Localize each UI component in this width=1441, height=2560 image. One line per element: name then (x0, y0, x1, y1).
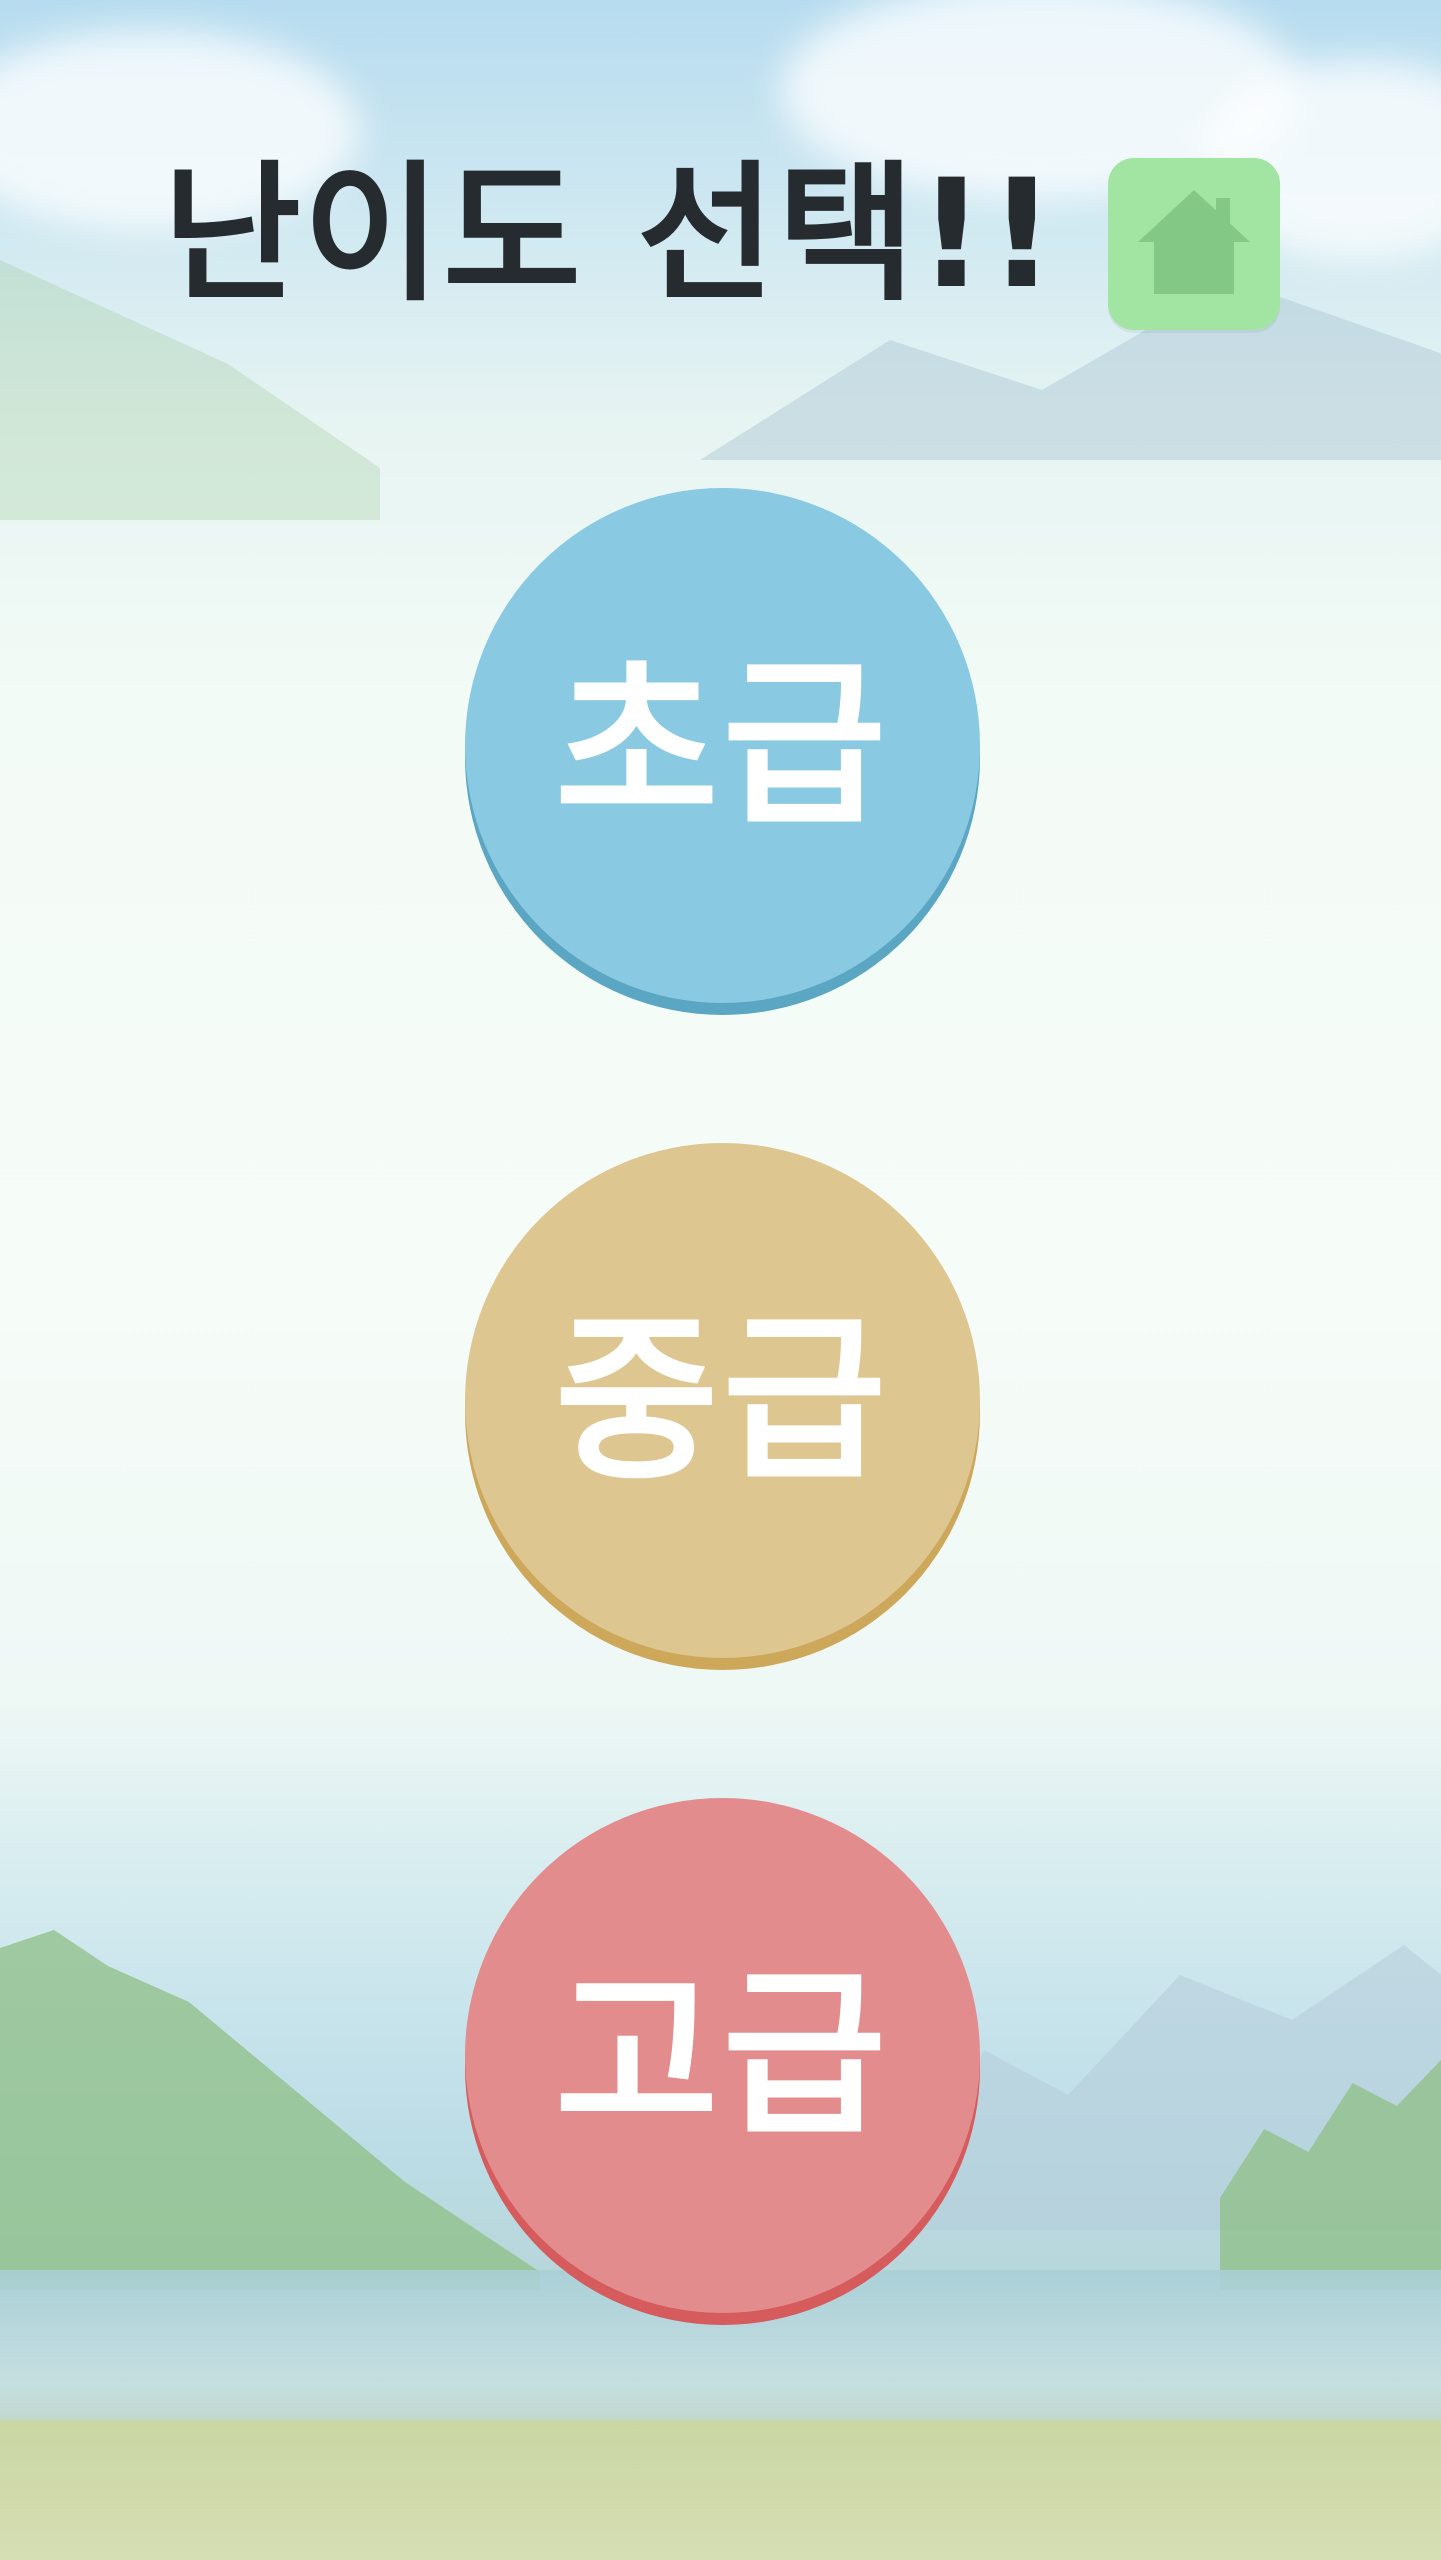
page-title: 난이도 선택!! (163, 148, 1059, 322)
beginner-level-label: 초급 (554, 641, 891, 849)
intermediate-level-button[interactable]: 중급 (465, 1143, 980, 1658)
difficulty-select-screen: 난이도 선택!! 초급 중급 고급 (0, 0, 1441, 2560)
advanced-level-button[interactable]: 고급 (465, 1798, 980, 2313)
intermediate-level-label: 중급 (554, 1296, 891, 1504)
home-button[interactable] (1108, 158, 1280, 330)
beginner-level-button[interactable]: 초급 (465, 488, 980, 1003)
home-icon (1138, 190, 1250, 294)
advanced-level-label: 고급 (554, 1951, 891, 2159)
